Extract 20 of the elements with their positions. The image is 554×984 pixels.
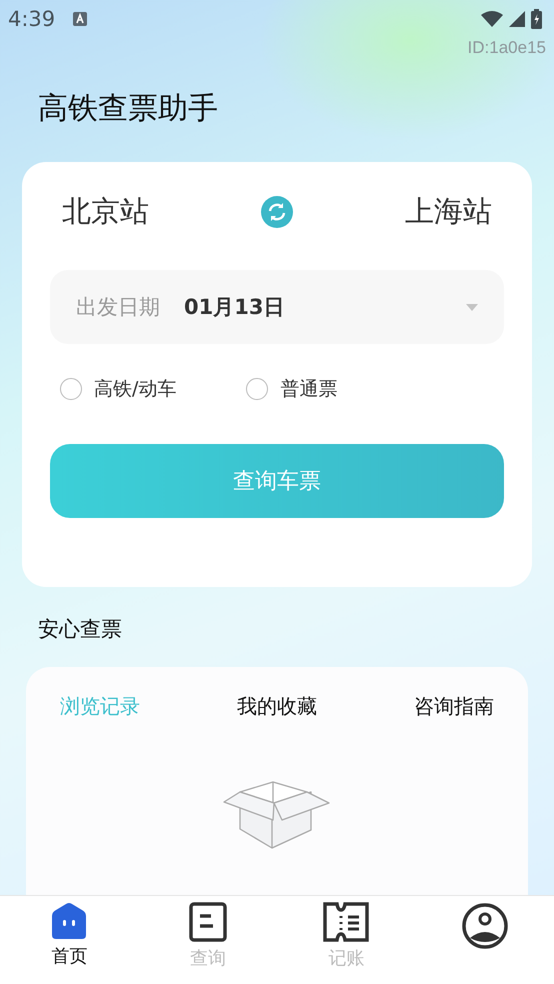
train-type-radio[interactable]: 普通票 [246,376,338,402]
section-title: 安心查票 [38,616,123,643]
profile-icon [460,902,509,950]
dropdown-caret-icon [466,304,478,310]
id-label: ID:1a0e15 [468,38,546,59]
battery-icon [531,9,542,29]
arrival-station[interactable]: 上海站 [405,192,492,232]
tab[interactable]: 我的收藏 [237,693,317,720]
wifi-icon [481,11,503,27]
status-time: 4:39 [8,7,56,31]
date-selector[interactable]: 出发日期 01月13日 [50,270,504,344]
document-icon [188,902,227,942]
ticket-icon [323,902,370,942]
signal-icon [509,11,525,27]
app-title: 高铁查票助手 [38,90,219,128]
departure-station[interactable]: 北京站 [62,192,149,232]
keyboard-notification-icon [73,12,88,26]
tab[interactable]: 咨询指南 [414,693,494,720]
train-type-radio[interactable]: 高铁/动车 [60,376,176,402]
nav-tab[interactable]: 首页 [0,896,138,984]
